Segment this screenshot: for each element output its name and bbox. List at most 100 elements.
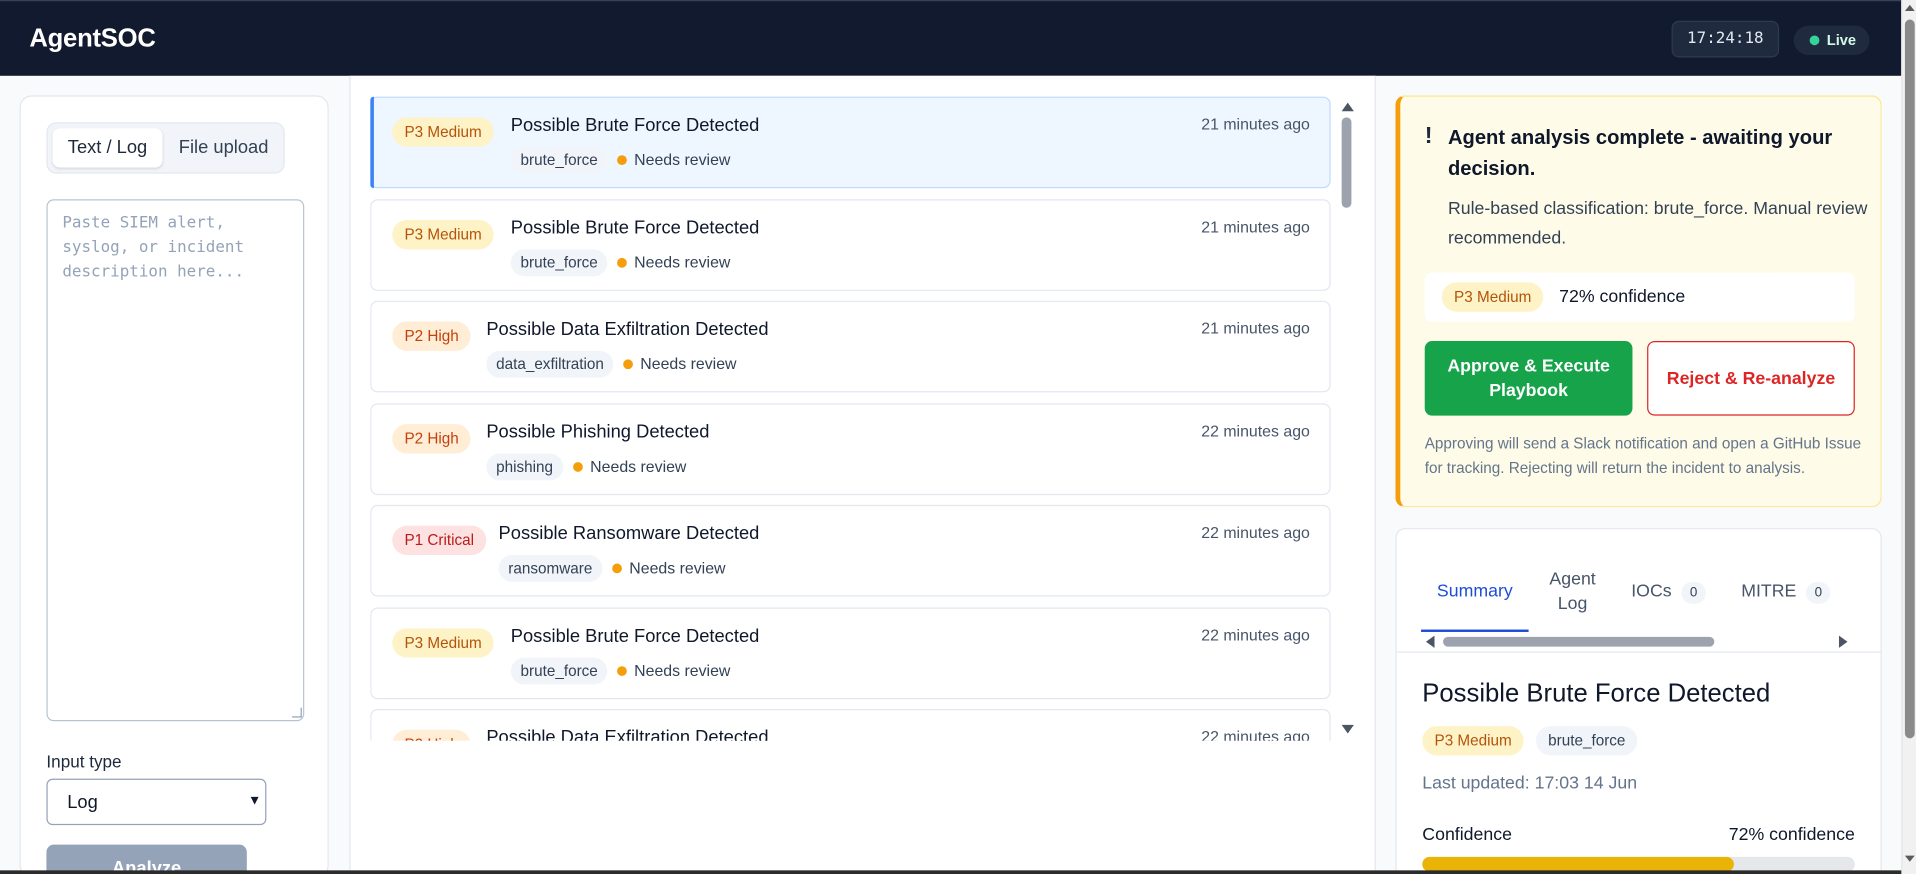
chevron-down-icon: ▼: [248, 793, 262, 809]
review-status: Needs review: [573, 457, 686, 475]
scroll-thumb[interactable]: [1443, 636, 1715, 647]
approve-execute-button[interactable]: Approve & Execute Playbook: [1424, 341, 1633, 416]
alert-icon: !: [1424, 123, 1433, 150]
tab-mitre-label: MITRE: [1741, 581, 1797, 602]
incident-card[interactable]: P2 High Possible Data Exfiltration Detect…: [370, 300, 1331, 393]
incident-card[interactable]: P1 Critical Possible Ransomware Detected r…: [370, 504, 1331, 597]
tab-iocs-label: IOCs: [1631, 581, 1672, 602]
status-dot-icon: [617, 665, 627, 676]
incident-title: Possible Phishing Detected: [486, 421, 710, 442]
live-status-badge: Live: [1793, 25, 1870, 56]
incident-time: 21 minutes ago: [1201, 114, 1310, 134]
input-mode-tabs: Text / Log File upload: [46, 122, 285, 174]
active-tab-indicator: [1421, 629, 1529, 632]
mitre-count-badge: 0: [1806, 581, 1831, 604]
scroll-right-icon[interactable]: [1838, 635, 1848, 648]
live-dot-icon: [1809, 35, 1820, 46]
status-dot-icon: [617, 257, 627, 268]
incident-title: Possible Brute Force Detected: [510, 216, 760, 238]
review-status-label: Needs review: [640, 354, 737, 373]
tab-text-log[interactable]: Text / Log: [52, 128, 163, 168]
status-dot-icon: [612, 563, 622, 574]
category-tag: data_exfiltration: [486, 350, 614, 378]
incident-title: Possible Data Exfiltration Detected: [486, 727, 769, 741]
tabs-horizontal-scrollbar[interactable]: [1421, 634, 1858, 649]
review-status-label: Needs review: [634, 252, 731, 271]
tab-mitre[interactable]: MITRE 0: [1741, 579, 1831, 604]
tab-iocs[interactable]: IOCs 0: [1631, 579, 1706, 604]
incident-title: Possible Brute Force Detected: [510, 625, 760, 647]
tab-agent-log[interactable]: Agent Log: [1541, 567, 1605, 616]
incident-time: 22 minutes ago: [1201, 523, 1310, 542]
tab-file-upload[interactable]: File upload: [167, 128, 279, 167]
scroll-up-icon[interactable]: [1904, 4, 1915, 12]
approval-confidence-row: P3 Medium 72% confidence: [1424, 272, 1855, 322]
log-input-textarea[interactable]: [46, 199, 305, 722]
status-dot-icon: [623, 359, 633, 370]
incident-card[interactable]: P3 Medium Possible Brute Force Detected br…: [370, 96, 1331, 189]
page-scrollbar[interactable]: [1901, 0, 1916, 874]
review-status-label: Needs review: [634, 660, 731, 680]
reject-reanalyze-button[interactable]: Reject & Re-analyze: [1647, 341, 1855, 416]
top-bar: AgentSOC 17:24:18 Live: [0, 0, 1902, 76]
category-tag: brute_force: [510, 248, 608, 276]
approval-description: Rule-based classification: brute_force. …: [1447, 199, 1868, 249]
review-status: Needs review: [617, 150, 731, 169]
incident-detail-card: Summary Agent Log IOCs 0 MITRE 0 Possible …: [1395, 528, 1882, 874]
severity-badge: P3 Medium: [1422, 726, 1524, 756]
scroll-down-icon[interactable]: [1341, 724, 1354, 734]
incident-title: Possible Data Exfiltration Detected: [486, 319, 769, 340]
brand-logo-text: AgentSOC: [29, 24, 156, 53]
category-tag: brute_force: [510, 657, 608, 684]
review-status-label: Needs review: [629, 558, 726, 577]
incident-title: Possible Ransomware Detected: [498, 523, 760, 544]
incident-card[interactable]: P2 High Possible Phishing Detected phishin…: [370, 402, 1331, 495]
iocs-count-badge: 0: [1681, 581, 1706, 604]
incident-list-scrollbar[interactable]: [1338, 98, 1355, 741]
severity-badge: P2 High: [392, 729, 472, 741]
severity-badge: P2 High: [392, 423, 472, 453]
input-type-select[interactable]: Log ▼: [46, 778, 267, 826]
clock-display: 17:24:18: [1671, 20, 1780, 58]
category-tag: brute_force: [1535, 726, 1638, 756]
confidence-value: 72% confidence: [1728, 825, 1855, 845]
scroll-down-icon[interactable]: [1904, 855, 1915, 862]
incident-time: 21 minutes ago: [1201, 319, 1310, 338]
input-type-label: Input type: [46, 751, 122, 772]
severity-badge: P1 Critical: [392, 525, 487, 555]
confidence-label: Confidence: [1422, 825, 1512, 845]
scroll-thumb[interactable]: [1341, 117, 1352, 208]
status-dot-icon: [617, 155, 627, 166]
incident-list: P3 Medium Possible Brute Force Detected br…: [370, 95, 1333, 741]
severity-badge: P3 Medium: [392, 627, 494, 658]
last-updated-text: Last updated: 17:03 14 Jun: [1422, 773, 1638, 794]
approval-note: Approving will send a Slack notification…: [1424, 435, 1862, 477]
tab-summary[interactable]: Summary: [1421, 579, 1529, 603]
category-tag: ransomware: [498, 554, 603, 582]
incident-list-panel: P3 Medium Possible Brute Force Detected br…: [349, 75, 1376, 871]
scroll-up-icon[interactable]: [1341, 102, 1354, 112]
window-bottom-edge: [0, 870, 1902, 874]
incident-time: 22 minutes ago: [1201, 625, 1310, 644]
incident-time: 21 minutes ago: [1201, 216, 1310, 236]
scroll-thumb[interactable]: [1904, 19, 1915, 739]
review-status: Needs review: [623, 354, 737, 373]
scroll-left-icon[interactable]: [1425, 635, 1435, 648]
divider: [1396, 651, 1881, 653]
review-status-label: Needs review: [634, 150, 731, 169]
approval-card: ! Agent analysis complete - awaiting you…: [1395, 95, 1882, 508]
live-label: Live: [1826, 31, 1857, 49]
category-tag: brute_force: [510, 146, 608, 174]
review-status-label: Needs review: [590, 456, 687, 475]
review-status: Needs review: [617, 661, 730, 679]
severity-badge: P3 Medium: [392, 219, 494, 249]
confidence-text: 72% confidence: [1559, 287, 1686, 307]
incident-card[interactable]: P2 High Possible Data Exfiltration Detect…: [370, 708, 1331, 741]
input-type-value: Log: [67, 792, 98, 813]
incident-card[interactable]: P3 Medium Possible Brute Force Detected br…: [370, 198, 1331, 291]
incident-time: 22 minutes ago: [1201, 727, 1310, 741]
incident-card[interactable]: P3 Medium Possible Brute Force Detected br…: [370, 606, 1331, 699]
incident-title: Possible Brute Force Detected: [1422, 679, 1771, 708]
incident-time: 22 minutes ago: [1201, 421, 1310, 440]
approval-title: Agent analysis complete - awaiting your …: [1447, 127, 1833, 180]
